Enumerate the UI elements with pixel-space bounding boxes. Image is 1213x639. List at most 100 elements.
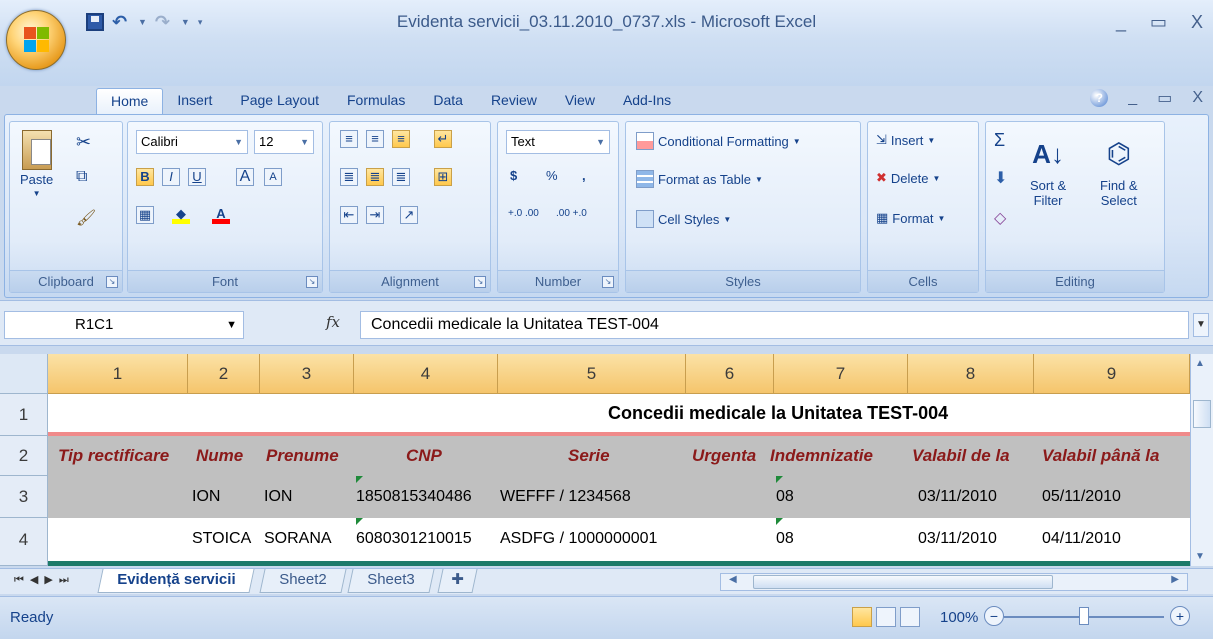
format-as-table-button[interactable]: Format as Table ▼: [636, 170, 763, 188]
sheet-tab-sheet2[interactable]: Sheet2: [259, 569, 347, 593]
workbook-restore-button[interactable]: ▭: [1157, 88, 1172, 108]
table-cell[interactable]: ION: [264, 476, 358, 518]
tab-insert[interactable]: Insert: [163, 88, 226, 114]
header-cell[interactable]: Prenume: [266, 436, 366, 476]
font-launcher-icon[interactable]: ↘: [306, 276, 318, 288]
alignment-launcher-icon[interactable]: ↘: [474, 276, 486, 288]
align-top-icon[interactable]: ≡: [340, 130, 358, 148]
table-cell[interactable]: 6080301210015: [356, 518, 500, 561]
expand-formula-bar-icon[interactable]: ▼: [1193, 313, 1209, 337]
autosum-button[interactable]: Σ: [994, 130, 1005, 151]
font-size-select[interactable]: 12 ▼: [254, 130, 314, 154]
format-cells-button[interactable]: ▦ Format ▼: [876, 210, 945, 226]
percent-button[interactable]: %: [546, 168, 558, 183]
scroll-right-icon[interactable]: ▶: [1171, 574, 1179, 585]
header-cell[interactable]: Indemnizatie: [770, 436, 908, 476]
maximize-button[interactable]: ▭: [1150, 12, 1167, 33]
table-cell[interactable]: WEFFF / 1234568: [500, 476, 688, 518]
formula-input[interactable]: Concedii medicale la Unitatea TEST-004: [360, 311, 1189, 339]
column-header[interactable]: 2: [188, 354, 260, 394]
header-cell[interactable]: Serie: [568, 436, 628, 476]
column-header[interactable]: 5: [498, 354, 686, 394]
normal-view-icon[interactable]: [852, 607, 872, 627]
zoom-out-button[interactable]: −: [984, 606, 1004, 626]
workbook-minimize-button[interactable]: _: [1128, 89, 1137, 107]
column-header[interactable]: 3: [260, 354, 354, 394]
borders-icon[interactable]: ▦: [136, 206, 154, 224]
insert-cells-button[interactable]: ⇲ Insert ▼: [876, 132, 935, 148]
find-select-button[interactable]: ⌬ Find & Select: [1100, 130, 1138, 208]
align-right-icon[interactable]: ≣: [392, 168, 410, 186]
tab-page-layout[interactable]: Page Layout: [226, 88, 333, 114]
table-cell[interactable]: ASDFG / 1000000001: [500, 518, 688, 561]
align-left-icon[interactable]: ≣: [340, 168, 358, 186]
column-header[interactable]: 9: [1034, 354, 1190, 394]
column-header[interactable]: 7: [774, 354, 908, 394]
table-cell[interactable]: 05/11/2010: [1042, 476, 1188, 518]
number-launcher-icon[interactable]: ↘: [602, 276, 614, 288]
horizontal-scrollbar[interactable]: ◀ ▶: [720, 573, 1188, 591]
header-cell[interactable]: Urgenta: [692, 436, 778, 476]
name-box[interactable]: R1C1 ▼: [4, 311, 244, 339]
comma-button[interactable]: ,: [582, 168, 586, 183]
tab-add-ins[interactable]: Add-Ins: [609, 88, 685, 114]
table-cell[interactable]: 03/11/2010: [918, 518, 1044, 561]
column-header[interactable]: 8: [908, 354, 1034, 394]
horizontal-scroll-thumb[interactable]: [753, 575, 1053, 589]
header-cell[interactable]: Valabil de la: [912, 436, 1038, 476]
italic-button[interactable]: I: [162, 168, 180, 186]
scroll-left-icon[interactable]: ◀: [729, 574, 737, 585]
table-cell[interactable]: [688, 518, 776, 561]
decrease-decimal-button[interactable]: .00 +.0: [556, 208, 587, 219]
select-all-button[interactable]: [0, 354, 48, 394]
scroll-down-icon[interactable]: ▼: [1195, 551, 1205, 562]
align-middle-icon[interactable]: ≡: [366, 130, 384, 148]
cut-icon[interactable]: ✂: [76, 132, 91, 153]
font-name-select[interactable]: Calibri ▼: [136, 130, 248, 154]
table-cell[interactable]: 08: [776, 518, 910, 561]
increase-decimal-button[interactable]: +.0 .00: [508, 208, 539, 219]
table-cell[interactable]: SORANA: [264, 518, 358, 561]
table-cell[interactable]: [688, 476, 776, 518]
align-center-icon[interactable]: ≣: [366, 168, 384, 186]
minimize-button[interactable]: _: [1116, 12, 1126, 33]
insert-sheet-tab[interactable]: ✚: [437, 569, 478, 593]
row-header[interactable]: 3: [0, 476, 48, 518]
fill-icon[interactable]: ⬇: [994, 168, 1007, 188]
wrap-text-icon[interactable]: ↵: [434, 130, 452, 148]
table-cell[interactable]: 1850815340486: [356, 476, 500, 518]
tab-formulas[interactable]: Formulas: [333, 88, 419, 114]
chevron-down-icon[interactable]: ▼: [226, 312, 237, 338]
zoom-level[interactable]: 100%: [940, 609, 978, 626]
insert-function-button[interactable]: fx: [326, 313, 340, 331]
row-header[interactable]: 2: [0, 436, 48, 476]
tab-data[interactable]: Data: [419, 88, 477, 114]
zoom-in-button[interactable]: +: [1170, 606, 1190, 626]
row-header[interactable]: 1: [0, 394, 48, 436]
sort-filter-button[interactable]: A↓ Sort & Filter: [1030, 130, 1066, 208]
underline-button[interactable]: U: [188, 168, 206, 186]
scroll-up-icon[interactable]: ▲: [1195, 358, 1205, 369]
table-cell[interactable]: 08: [776, 476, 910, 518]
page-layout-view-icon[interactable]: [876, 607, 896, 627]
sheet-tab-sheet3[interactable]: Sheet3: [347, 569, 435, 593]
font-color-button[interactable]: A: [212, 206, 230, 224]
shrink-font-button[interactable]: A: [264, 168, 282, 186]
sheet-nav-arrows-icon[interactable]: ⏮◀▶⏭: [14, 573, 75, 587]
clipboard-launcher-icon[interactable]: ↘: [106, 276, 118, 288]
conditional-formatting-button[interactable]: Conditional Formatting ▼: [636, 132, 801, 150]
column-header[interactable]: 1: [48, 354, 188, 394]
merge-center-icon[interactable]: ⊞: [434, 168, 452, 186]
header-cell[interactable]: Valabil până la: [1042, 436, 1188, 476]
tab-review[interactable]: Review: [477, 88, 551, 114]
table-cell[interactable]: 04/11/2010: [1042, 518, 1188, 561]
page-break-view-icon[interactable]: [900, 607, 920, 627]
orientation-icon[interactable]: ↗: [400, 206, 418, 224]
sheet-title-cell[interactable]: Concedii medicale la Unitatea TEST-004: [608, 394, 1088, 432]
tab-home[interactable]: Home: [96, 88, 164, 114]
number-format-select[interactable]: Text ▼: [506, 130, 610, 154]
table-cell[interactable]: ION: [192, 476, 264, 518]
vertical-scrollbar[interactable]: ▲ ▼: [1190, 354, 1213, 566]
table-cell[interactable]: STOICA: [192, 518, 264, 561]
tab-view[interactable]: View: [551, 88, 609, 114]
